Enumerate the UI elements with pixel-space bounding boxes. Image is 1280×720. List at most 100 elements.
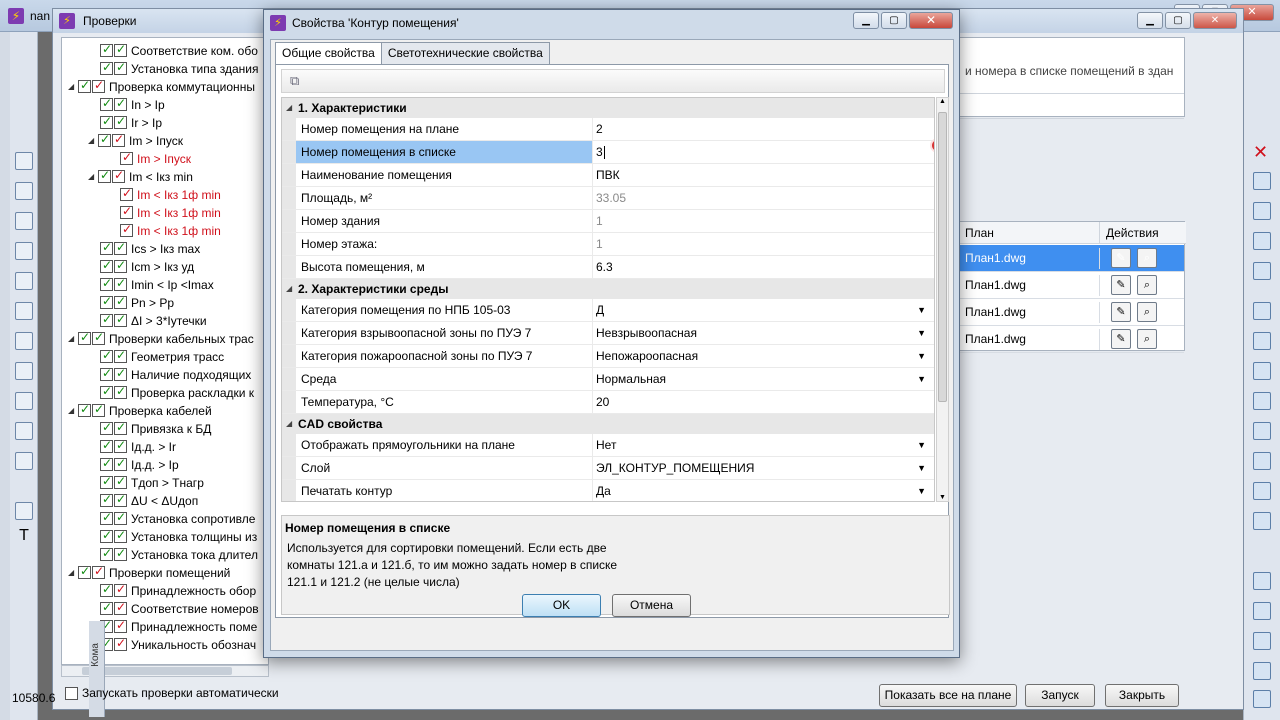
- tree-enable-checkbox[interactable]: [100, 528, 113, 544]
- tree-item[interactable]: Icm > Iкз уд: [100, 258, 194, 277]
- property-value[interactable]: 1: [594, 233, 934, 255]
- tree-status-checkbox[interactable]: [114, 312, 127, 328]
- tree-status-checkbox[interactable]: [114, 276, 127, 292]
- inspect-icon[interactable]: ⌕: [1137, 302, 1157, 322]
- property-row[interactable]: Площадь, м² 33.05: [282, 187, 934, 210]
- tree-status-checkbox[interactable]: [114, 60, 127, 76]
- status-tool-icon[interactable]: [1253, 690, 1271, 708]
- tree-status-checkbox[interactable]: [92, 78, 105, 94]
- tree-enable-checkbox[interactable]: [100, 366, 113, 382]
- property-value[interactable]: Непожароопасная ▼: [594, 345, 934, 367]
- inspect-icon[interactable]: ⌕: [1137, 248, 1157, 268]
- checks-maximize-button[interactable]: ▢: [1165, 12, 1191, 29]
- block-tool-icon[interactable]: [15, 392, 33, 410]
- polygon-tool-icon[interactable]: [15, 212, 33, 230]
- tree-status-checkbox[interactable]: [114, 420, 127, 436]
- column-actions[interactable]: Действия: [1099, 222, 1186, 244]
- tree-expander-icon[interactable]: ◢: [88, 136, 98, 145]
- tree-status-checkbox[interactable]: [120, 222, 133, 238]
- fillet-tool-icon[interactable]: [1253, 482, 1271, 500]
- zoom-to-icon[interactable]: ✎: [1111, 302, 1131, 322]
- tree-enable-checkbox[interactable]: [100, 114, 113, 130]
- zoom-to-icon[interactable]: ✎: [1111, 275, 1131, 295]
- tree-status-checkbox[interactable]: [114, 510, 127, 526]
- property-value[interactable]: 6.3: [594, 256, 934, 278]
- tree-status-checkbox[interactable]: [114, 42, 127, 58]
- property-row[interactable]: Категория помещения по НПБ 105-03 Д ▼: [282, 299, 934, 322]
- property-row[interactable]: Слой ЭЛ_КОНТУР_ПОМЕЩЕНИЯ ▼: [282, 457, 934, 480]
- rectangle-tool-icon[interactable]: [15, 242, 33, 260]
- tree-item[interactable]: Im < Iкз 1ф min: [120, 204, 221, 223]
- tree-item[interactable]: Iд.д. > Ip: [100, 456, 179, 475]
- auto-run-checkbox-box[interactable]: [65, 687, 78, 701]
- tab-general[interactable]: Общие свойства: [275, 42, 382, 65]
- dialog-close-button[interactable]: ✕: [909, 12, 953, 29]
- tree-status-checkbox[interactable]: [120, 186, 133, 202]
- offset-tool-icon[interactable]: [1253, 232, 1271, 250]
- tree-item[interactable]: ΔU < ΔUдоп: [100, 492, 198, 511]
- text-tool-icon[interactable]: T: [15, 528, 33, 546]
- cancel-button[interactable]: Отмена: [612, 594, 691, 617]
- property-row[interactable]: Номер здания 1: [282, 210, 934, 233]
- tree-item[interactable]: Im < Iкз 1ф min: [120, 186, 221, 205]
- tree-item[interactable]: Установка типа здания: [100, 60, 259, 79]
- tree-item[interactable]: Pn > Pp: [100, 294, 174, 313]
- dropdown-arrow-icon[interactable]: ▼: [917, 434, 926, 456]
- zoom-to-icon[interactable]: ✎: [1111, 248, 1131, 268]
- property-row[interactable]: Отображать прямоугольники на плане Нет ▼: [282, 434, 934, 457]
- dropdown-arrow-icon[interactable]: ▼: [917, 480, 926, 501]
- tree-enable-checkbox[interactable]: [98, 168, 111, 184]
- close-button[interactable]: Закрыть: [1105, 684, 1179, 707]
- property-row[interactable]: Номер этажа: 1: [282, 233, 934, 256]
- tree-status-checkbox[interactable]: [92, 330, 105, 346]
- tree-enable-checkbox[interactable]: [100, 348, 113, 364]
- checks-close-button[interactable]: ✕: [1193, 12, 1237, 29]
- property-value[interactable]: 20: [594, 391, 934, 413]
- tree-item[interactable]: Принадлежность обор: [100, 582, 256, 601]
- tree-status-checkbox[interactable]: [114, 258, 127, 274]
- grid-row[interactable]: План1.dwg ✎ ⌕: [959, 299, 1184, 326]
- property-value[interactable]: Д ▼: [594, 299, 934, 321]
- tree-item[interactable]: In > Ip: [100, 96, 165, 115]
- trim-tool-icon[interactable]: [1253, 362, 1271, 380]
- tree-item[interactable]: Уникальность обознач: [100, 636, 256, 655]
- zoom-to-icon[interactable]: ✎: [1111, 329, 1131, 349]
- tree-status-checkbox[interactable]: [112, 168, 125, 184]
- tree-status-checkbox[interactable]: [114, 528, 127, 544]
- tree-enable-checkbox[interactable]: [100, 546, 113, 562]
- polyline-tool-icon[interactable]: [15, 182, 33, 200]
- property-value[interactable]: Нормальная ▼: [594, 368, 934, 390]
- explode-tool-icon[interactable]: [1253, 512, 1271, 530]
- tree-status-checkbox[interactable]: [92, 402, 105, 418]
- tree-enable-checkbox[interactable]: [98, 132, 111, 148]
- layer-tool-icon[interactable]: [1253, 602, 1271, 620]
- tree-enable-checkbox[interactable]: [100, 42, 113, 58]
- move-tool-icon[interactable]: [1253, 262, 1271, 280]
- tree-item[interactable]: ◢ Im > Iпуск: [88, 132, 183, 151]
- tree-item[interactable]: Установка сопротивле: [100, 510, 255, 529]
- tree-item[interactable]: Ics > Iкз max: [100, 240, 200, 259]
- render-tool-icon[interactable]: [1253, 572, 1271, 590]
- property-row[interactable]: Температура, °C 20: [282, 391, 934, 414]
- tree-enable-checkbox[interactable]: [100, 582, 113, 598]
- scale-tool-icon[interactable]: [1253, 332, 1271, 350]
- property-row[interactable]: Категория взрывоопасной зоны по ПУЭ 7 Нев…: [282, 322, 934, 345]
- property-grid-scroll-thumb[interactable]: [938, 112, 947, 402]
- tab-lighting[interactable]: Светотехнические свойства: [380, 42, 550, 64]
- show-all-on-plan-button[interactable]: Показать все на плане: [879, 684, 1017, 707]
- extend-tool-icon[interactable]: [1253, 392, 1271, 410]
- dialog-minimize-button[interactable]: ▁: [853, 12, 879, 29]
- rotate-tool-icon[interactable]: [1253, 302, 1271, 320]
- property-value[interactable]: ПВК: [594, 164, 934, 186]
- property-row[interactable]: Номер помещения на плане 2: [282, 118, 934, 141]
- tree-item[interactable]: Im > Iпуск: [120, 150, 191, 169]
- tree-expander-icon[interactable]: ◢: [68, 334, 78, 343]
- tree-enable-checkbox[interactable]: [78, 330, 91, 346]
- column-plan[interactable]: План: [959, 222, 1099, 244]
- tree-enable-checkbox[interactable]: [100, 420, 113, 436]
- ok-button[interactable]: OK: [522, 594, 601, 617]
- tree-enable-checkbox[interactable]: [100, 240, 113, 256]
- tree-status-checkbox[interactable]: [114, 456, 127, 472]
- property-row[interactable]: Наименование помещения ПВК: [282, 164, 934, 187]
- tree-status-checkbox[interactable]: [92, 564, 105, 580]
